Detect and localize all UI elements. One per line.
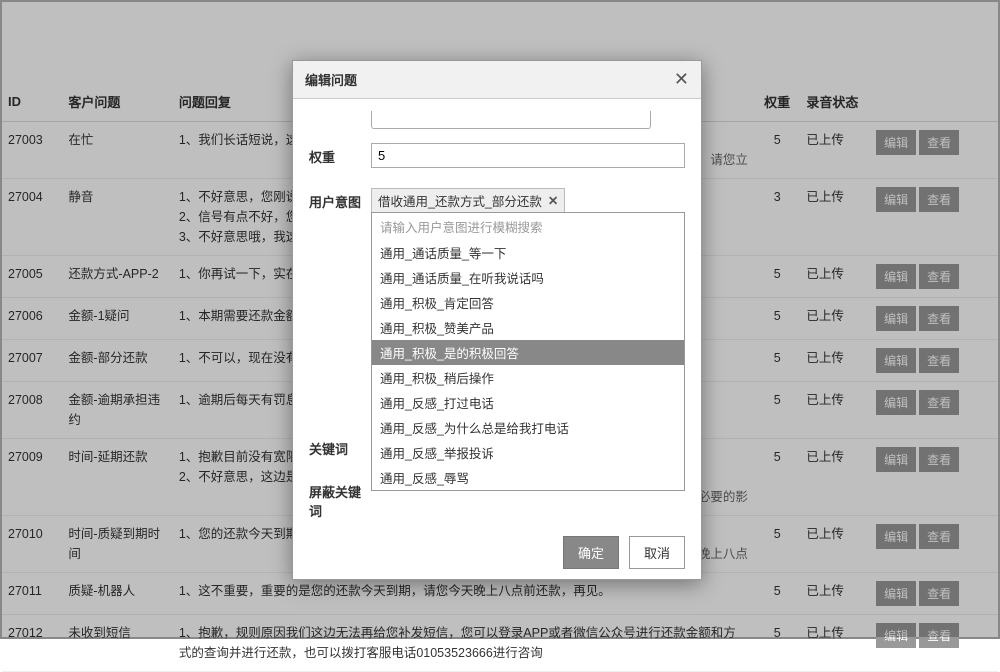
edit-question-modal: 编辑问题 ✕ 权重 用户意图 借收通用_还款方式_部分还款 ✕ 请输入用户意图进… <box>292 60 702 580</box>
modal-header: 编辑问题 ✕ <box>293 61 701 99</box>
intent-label: 用户意图 <box>309 188 371 211</box>
intent-tag[interactable]: 借收通用_还款方式_部分还款 ✕ <box>371 188 565 213</box>
intent-tag-text: 借收通用_还款方式_部分还款 <box>378 191 542 210</box>
intent-option[interactable]: 通用_积极_肯定回答 <box>372 290 684 315</box>
intent-search-placeholder[interactable]: 请输入用户意图进行模糊搜索 <box>372 213 684 240</box>
intent-option[interactable]: 通用_反感_辱骂 <box>372 465 684 490</box>
modal-footer: 确定 取消 <box>293 526 701 579</box>
modal-title: 编辑问题 <box>305 70 357 89</box>
intent-option[interactable]: 通用_反感_为什么总是给我打电话 <box>372 415 684 440</box>
intent-option[interactable]: 通用_积极_赞美产品 <box>372 315 684 340</box>
intent-dropdown: 请输入用户意图进行模糊搜索 通用_通话质量_等一下通用_通话质量_在听我说话吗通… <box>371 212 685 491</box>
intent-option[interactable]: 通用_通话质量_在听我说话吗 <box>372 265 684 290</box>
cancel-button[interactable]: 取消 <box>629 536 685 569</box>
keyword-label: 关键词 <box>309 435 371 458</box>
intent-option[interactable]: 通用_反感_举报投诉 <box>372 440 684 465</box>
block-keyword-label: 屏蔽关键词 <box>309 478 371 520</box>
intent-option[interactable]: 通用_反感_打过电话 <box>372 390 684 415</box>
weight-label: 权重 <box>309 143 371 166</box>
weight-input[interactable] <box>371 143 685 168</box>
intent-option[interactable]: 通用_通话质量_等一下 <box>372 240 684 265</box>
tag-remove-icon[interactable]: ✕ <box>548 193 558 208</box>
modal-body: 权重 用户意图 借收通用_还款方式_部分还款 ✕ 请输入用户意图进行模糊搜索 通… <box>293 99 701 526</box>
intent-option[interactable]: 通用_积极_是的积极回答 <box>372 340 684 365</box>
intent-option[interactable]: 通用_积极_稍后操作 <box>372 365 684 390</box>
close-icon[interactable]: ✕ <box>674 69 689 90</box>
confirm-button[interactable]: 确定 <box>563 536 619 569</box>
answer-textarea-bottom[interactable] <box>371 111 651 129</box>
